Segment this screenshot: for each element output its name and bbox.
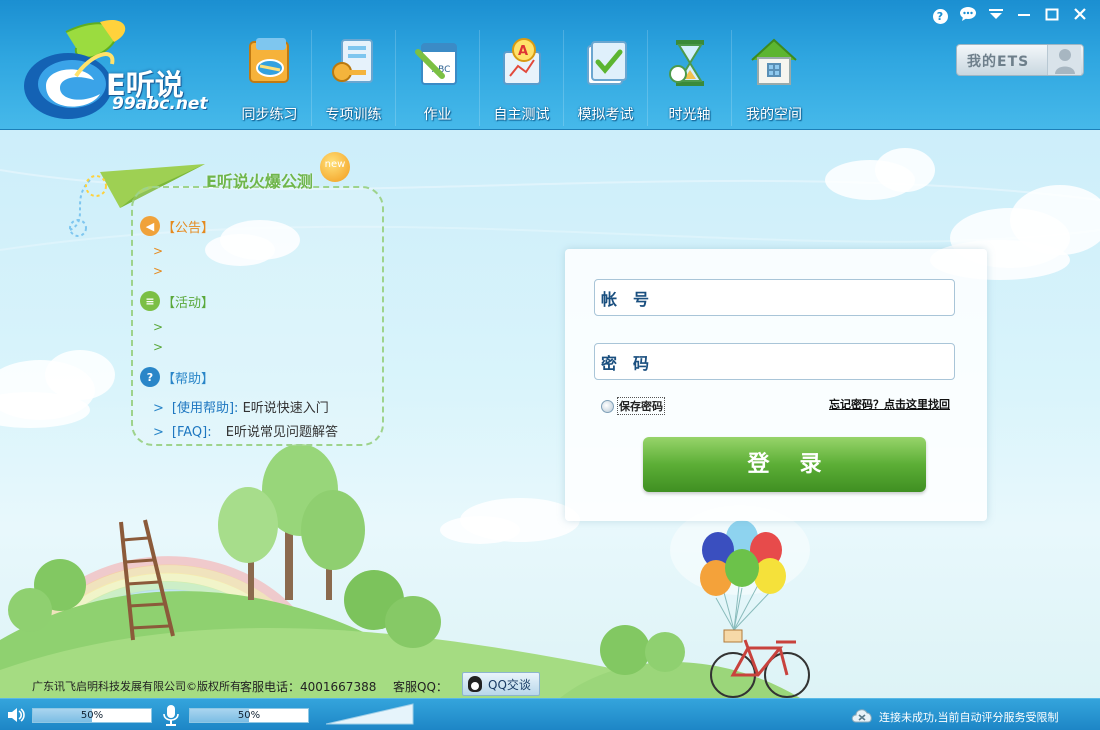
- menu-dropdown-icon: [989, 9, 1003, 19]
- logo-domain: 99abc.net: [112, 94, 208, 114]
- help-header: ? 【帮助】: [140, 367, 214, 387]
- nav-label: 时光轴: [668, 107, 711, 123]
- activity-label: 【活动】: [162, 295, 215, 311]
- mock-exam-icon: [587, 41, 627, 85]
- qq-chat-button[interactable]: QQ交谈: [462, 672, 540, 696]
- close-button[interactable]: [1070, 6, 1090, 26]
- login-button[interactable]: 登录: [643, 437, 926, 492]
- user-avatar-icon: [1047, 45, 1081, 75]
- homework-icon: ABC: [415, 43, 457, 85]
- announcement-label: 【公告】: [162, 220, 215, 236]
- speaker-volume-value: 50%: [80, 710, 104, 721]
- notice-title: E听说火爆公测: [206, 172, 313, 191]
- nav-label: 专项训练: [325, 107, 382, 123]
- password-label: 密码: [601, 353, 666, 373]
- help-link-faq[interactable]: > [FAQ]: E听说常见问题解答: [153, 421, 338, 440]
- password-input[interactable]: [665, 344, 954, 379]
- menu-button[interactable]: [986, 6, 1006, 26]
- nav-self-test[interactable]: A 自主测试: [480, 30, 564, 126]
- new-badge: new: [320, 152, 350, 182]
- timeline-icon: [669, 40, 704, 86]
- list-icon: ≡: [140, 291, 160, 311]
- help-link-quickstart[interactable]: > [使用帮助]: E听说快速入门: [153, 397, 329, 416]
- nav-timeline[interactable]: 时光轴: [648, 30, 732, 126]
- forgot-password-link[interactable]: 忘记密码？点击这里找回: [829, 396, 950, 412]
- account-input[interactable]: [665, 280, 954, 315]
- sync-practice-icon: [249, 38, 289, 83]
- account-label: 帐号: [601, 289, 666, 309]
- mic-level-meter: [326, 703, 414, 725]
- announcement-item[interactable]: >: [153, 244, 163, 258]
- nav-homework[interactable]: ABC 作业: [396, 30, 480, 126]
- chevron-right-icon: >: [153, 425, 164, 440]
- account-field[interactable]: 帐号: [594, 279, 955, 316]
- my-ets-label: 我的ETS: [967, 54, 1030, 70]
- nav-label: 作业: [423, 107, 452, 123]
- qq-chat-label: QQ交谈: [488, 677, 531, 692]
- qq-penguin-icon: [468, 676, 482, 692]
- close-icon: [1074, 8, 1086, 20]
- activity-item[interactable]: >: [153, 340, 163, 354]
- speaker-icon[interactable]: [6, 706, 26, 724]
- maximize-button[interactable]: [1042, 6, 1062, 26]
- special-training-icon: [332, 39, 373, 83]
- remember-password[interactable]: 保存密码: [601, 397, 665, 415]
- chevron-right-icon: >: [153, 401, 164, 416]
- minimize-button[interactable]: [1014, 6, 1034, 26]
- mic-volume-value: 50%: [237, 710, 261, 721]
- announcement-header: ◀ 【公告】: [140, 216, 214, 236]
- maximize-icon: [1045, 8, 1059, 21]
- help-text: E听说常见问题解答: [225, 425, 338, 440]
- chat-bubble-icon: [960, 7, 976, 21]
- service-hotline: 客服电话：4001667388: [240, 680, 377, 694]
- nav-sync-practice[interactable]: 同步练习: [228, 30, 312, 126]
- speaker-volume-slider[interactable]: 50%: [32, 708, 152, 723]
- help-icon: ?: [932, 9, 948, 24]
- window-controls: ?: [930, 6, 1090, 26]
- help-label: 【帮助】: [162, 371, 215, 387]
- my-space-icon: [751, 38, 797, 85]
- self-test-icon: A: [503, 38, 541, 85]
- my-ets-button[interactable]: 我的ETS: [956, 44, 1084, 76]
- help-button[interactable]: ?: [930, 6, 950, 26]
- feedback-button[interactable]: [958, 6, 978, 26]
- megaphone-icon: ◀: [140, 216, 160, 236]
- login-form: 帐号 密码 保存密码 忘记密码？点击这里找回 登录: [565, 249, 987, 521]
- help-text: E听说快速入门: [242, 401, 329, 416]
- copyright-text: 广东讯飞启明科技发展有限公司©版权所有: [32, 680, 241, 693]
- minimize-icon: [1018, 14, 1030, 16]
- remember-password-radio[interactable]: [601, 399, 614, 413]
- help-tag: [使用帮助]:: [171, 401, 239, 416]
- status-bar: 50% 50% 连接未成功,当前自动评分服务受限制: [0, 698, 1100, 730]
- question-icon: ?: [140, 367, 160, 387]
- main-content: E听说火爆公测 new ◀ 【公告】 > > ≡ 【活动】 > > ? 【帮助】…: [0, 130, 1100, 698]
- nav-special-training[interactable]: 专项训练: [312, 30, 396, 126]
- title-bar: E听说 99abc.net 同步练习 专项训练 ABC 作业 A 自主测试 模拟…: [0, 0, 1100, 130]
- nav-label: 我的空间: [746, 107, 802, 123]
- e-tingshuo-logo: E听说 99abc.net: [16, 14, 216, 124]
- svg-text:A: A: [518, 44, 528, 59]
- service-qq-label: 客服QQ：: [393, 680, 448, 694]
- activity-item[interactable]: >: [153, 320, 163, 334]
- nav-mock-exam[interactable]: 模拟考试: [564, 30, 648, 126]
- disconnected-cloud-icon: [851, 709, 872, 723]
- remember-password-label[interactable]: 保存密码: [617, 397, 665, 415]
- announcement-item[interactable]: >: [153, 264, 163, 278]
- connection-status-message: 连接未成功,当前自动评分服务受限制: [879, 711, 1059, 724]
- activity-header: ≡ 【活动】: [140, 291, 214, 311]
- nav-label: 同步练习: [241, 107, 298, 123]
- main-nav: 同步练习 专项训练 ABC 作业 A 自主测试 模拟考试 时光轴 我的空间: [228, 30, 816, 126]
- mic-volume-slider[interactable]: 50%: [189, 708, 309, 723]
- nav-label: 自主测试: [493, 107, 550, 123]
- help-tag: [FAQ]:: [171, 425, 212, 440]
- nav-label: 模拟考试: [577, 107, 634, 123]
- password-field[interactable]: 密码: [594, 343, 955, 380]
- nav-my-space[interactable]: 我的空间: [732, 30, 816, 126]
- microphone-icon[interactable]: [162, 704, 180, 726]
